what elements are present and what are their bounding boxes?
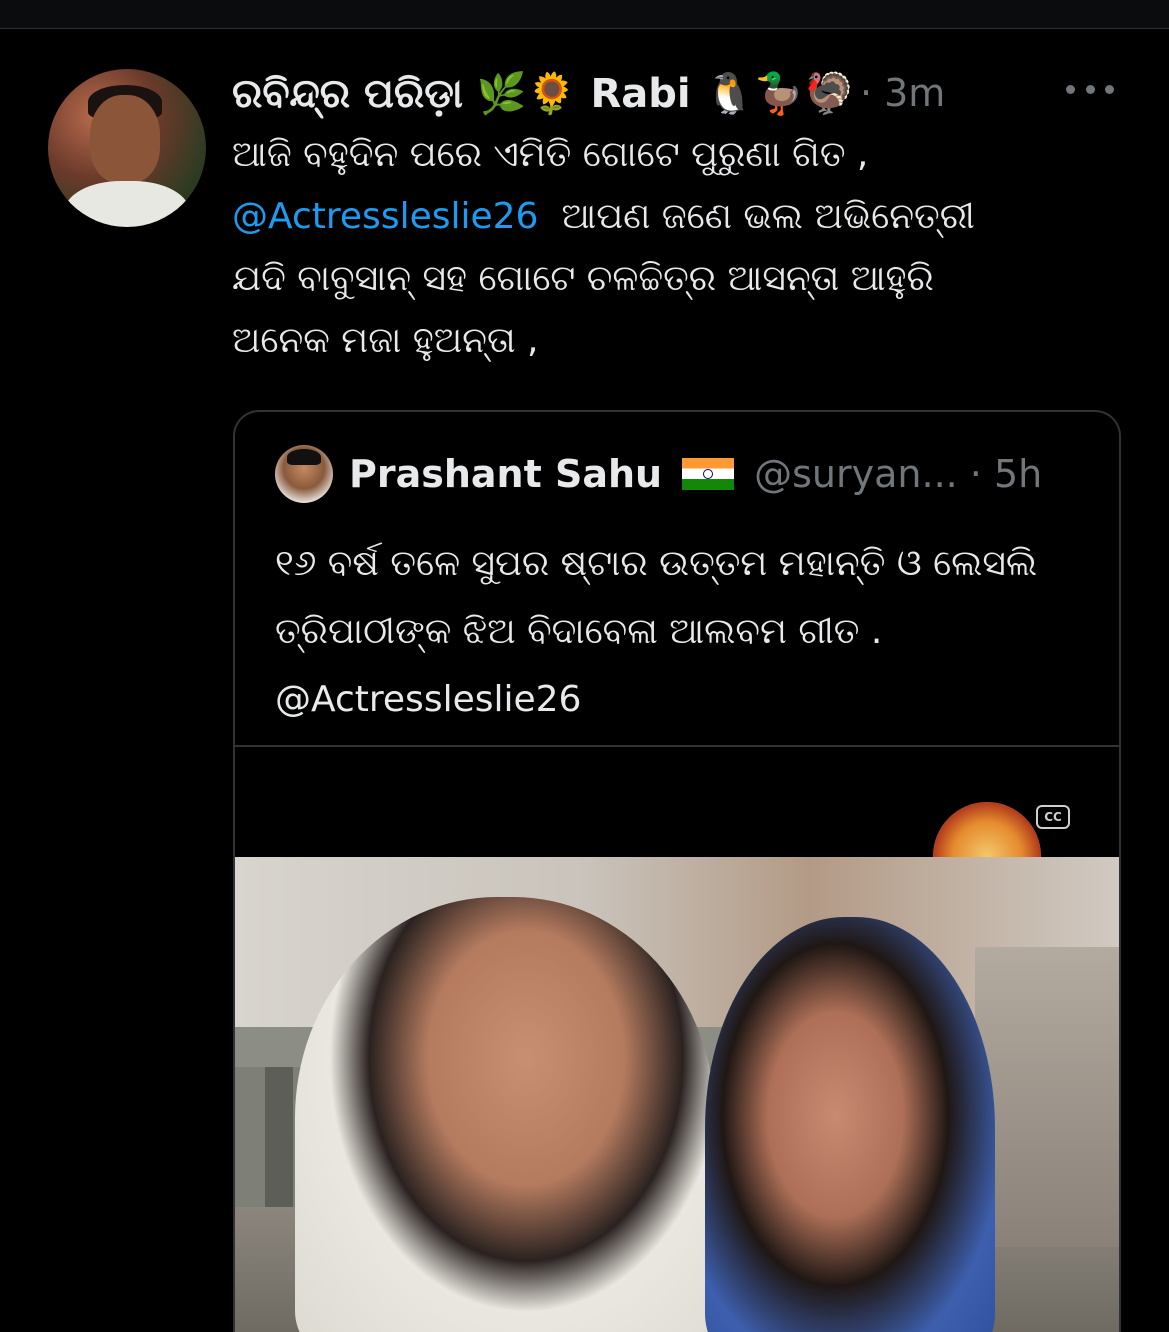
tweet-text: ଆଜି ବହୁଦିନ ପରେ ଏମିତି ଗୋଟେ ପୁରୁଣା ଗିତ , @… [232,124,1112,372]
more-horizontal-icon[interactable] [1066,79,1114,99]
tweet-text-line: ଆଜି ବହୁଦିନ ପରେ ଏମିତି ଗୋଟେ ପୁରୁଣା ଗିତ , [232,134,869,175]
author-avatar[interactable] [48,69,206,227]
tweet-text-line: @Actressleslie26 ଆପଣ ଜଣେ ଭଲ ଅଭିନେତ୍ରୀ [232,186,1112,248]
quoted-author-avatar[interactable] [275,445,333,503]
scene-man [295,897,715,1332]
quoted-author-handle[interactable]: @suryan... · 5h [754,452,1042,496]
quoted-author-name[interactable]: Prashant Sahu [349,452,662,496]
quoted-tweet-header: Prashant Sahu @suryan... · 5h [275,444,1042,504]
more-dot [1066,84,1075,94]
india-flag-icon [682,458,735,490]
quoted-text-line: ତ୍ରିପାଠୀଙ୍କ ଝିଅ ବିଦାବେଳା ଆଲବମ ଗୀତ . [275,611,883,652]
tweet-text-segment: ଆପଣ ଜଣେ ଭଲ ଅଭିନେତ୍ରୀ [561,196,975,237]
scene-woman [705,917,995,1332]
tweet-header: ରବିନ୍ଦ୍ର ପରିଡ଼ା 🌿🌻 Rabi 🐧🦆🦃 · 3m [232,65,945,121]
quoted-tweet[interactable]: Prashant Sahu @suryan... · 5h ୧୬ ବର୍ଷ ତଳ… [233,410,1121,1332]
more-dot [1085,84,1095,94]
quoted-tweet-text: ୧୬ ବର୍ଷ ତଳେ ସୁପର ଷ୍ଟାର ଉତ୍ତମ ମହାନ୍ତି ଓ ଲ… [275,530,1095,734]
tweet-text-line: ଯଦି ବାବୁସାନ୍ ସହ ଗୋଟେ ଚଳଚ୍ଚିତ୍ର ଆସନ୍ତା ଆହ… [232,258,934,299]
author-display-name[interactable]: ରବିନ୍ଦ୍ର ପରିଡ଼ା 🌿🌻 Rabi 🐧🦆🦃 [232,70,854,117]
tweet-timestamp[interactable]: · 3m [860,71,945,115]
avatar-shirt [64,181,190,227]
closed-captions-icon[interactable]: CC [1036,805,1070,829]
tweet[interactable]: ରବିନ୍ଦ୍ର ପରିଡ଼ା 🌿🌻 Rabi 🐧🦆🦃 · 3m ଆଜି ବହୁ… [0,29,1169,1332]
quoted-text-line: @Actressleslie26 [275,679,582,720]
top-strip [0,0,1169,29]
video-media[interactable]: CC [235,747,1119,1332]
scene-background [975,947,1119,1247]
tweet-text-line: ଅନେକ ମଜା ହୁଅନ୍ତା , [232,320,539,361]
avatar-face [90,95,160,183]
quoted-text-line: ୧୬ ବର୍ଷ ତଳେ ସୁପର ଷ୍ଟାର ଉତ୍ତମ ମହାନ୍ତି ଓ ଲ… [275,543,1038,584]
mention-link[interactable]: @Actressleslie26 [232,196,538,237]
video-frame[interactable] [235,857,1119,1332]
more-dot [1105,84,1114,94]
